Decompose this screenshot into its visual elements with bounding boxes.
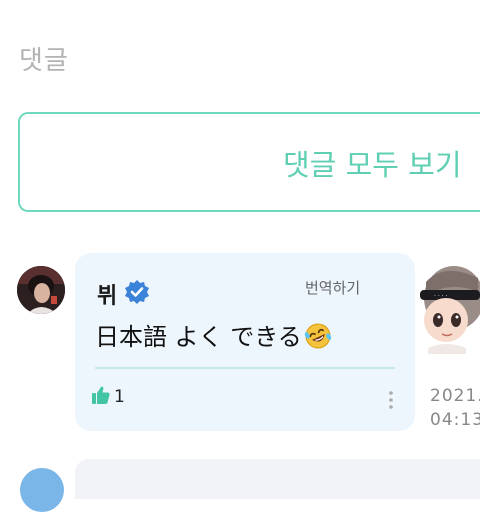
comment-divider: [95, 367, 395, 369]
next-comment-bubble: [75, 459, 480, 499]
rolling-laughing-emoji-icon: [304, 322, 332, 350]
character-sticker-image: · · · ·: [414, 258, 480, 354]
more-options-icon[interactable]: [387, 389, 395, 411]
comment-author-name[interactable]: 뷔: [97, 278, 117, 310]
like-button[interactable]: 1: [91, 385, 125, 409]
thumbs-up-icon: [91, 385, 111, 409]
comment-bubble: 뷔 번역하기 日本語 よく できる 1: [75, 253, 415, 431]
translate-button[interactable]: 번역하기: [305, 277, 360, 298]
view-all-comments-label: 댓글 모두 보기: [283, 148, 462, 182]
next-commenter-avatar[interactable]: [20, 468, 64, 512]
view-all-comments-button[interactable]: 댓글 모두 보기: [18, 112, 480, 212]
comment-text-content: 日本語 よく できる: [95, 323, 302, 351]
like-count: 1: [114, 387, 125, 407]
comment-timestamp: 2021. 04:13: [430, 384, 480, 432]
commenter-avatar[interactable]: [17, 266, 65, 314]
timestamp-date: 2021.: [430, 386, 480, 406]
verified-badge-icon: [123, 278, 151, 306]
timestamp-time: 04:13: [430, 410, 480, 430]
comments-section-title: 댓글: [19, 46, 69, 76]
comment-text: 日本語 よく できる: [95, 317, 332, 352]
